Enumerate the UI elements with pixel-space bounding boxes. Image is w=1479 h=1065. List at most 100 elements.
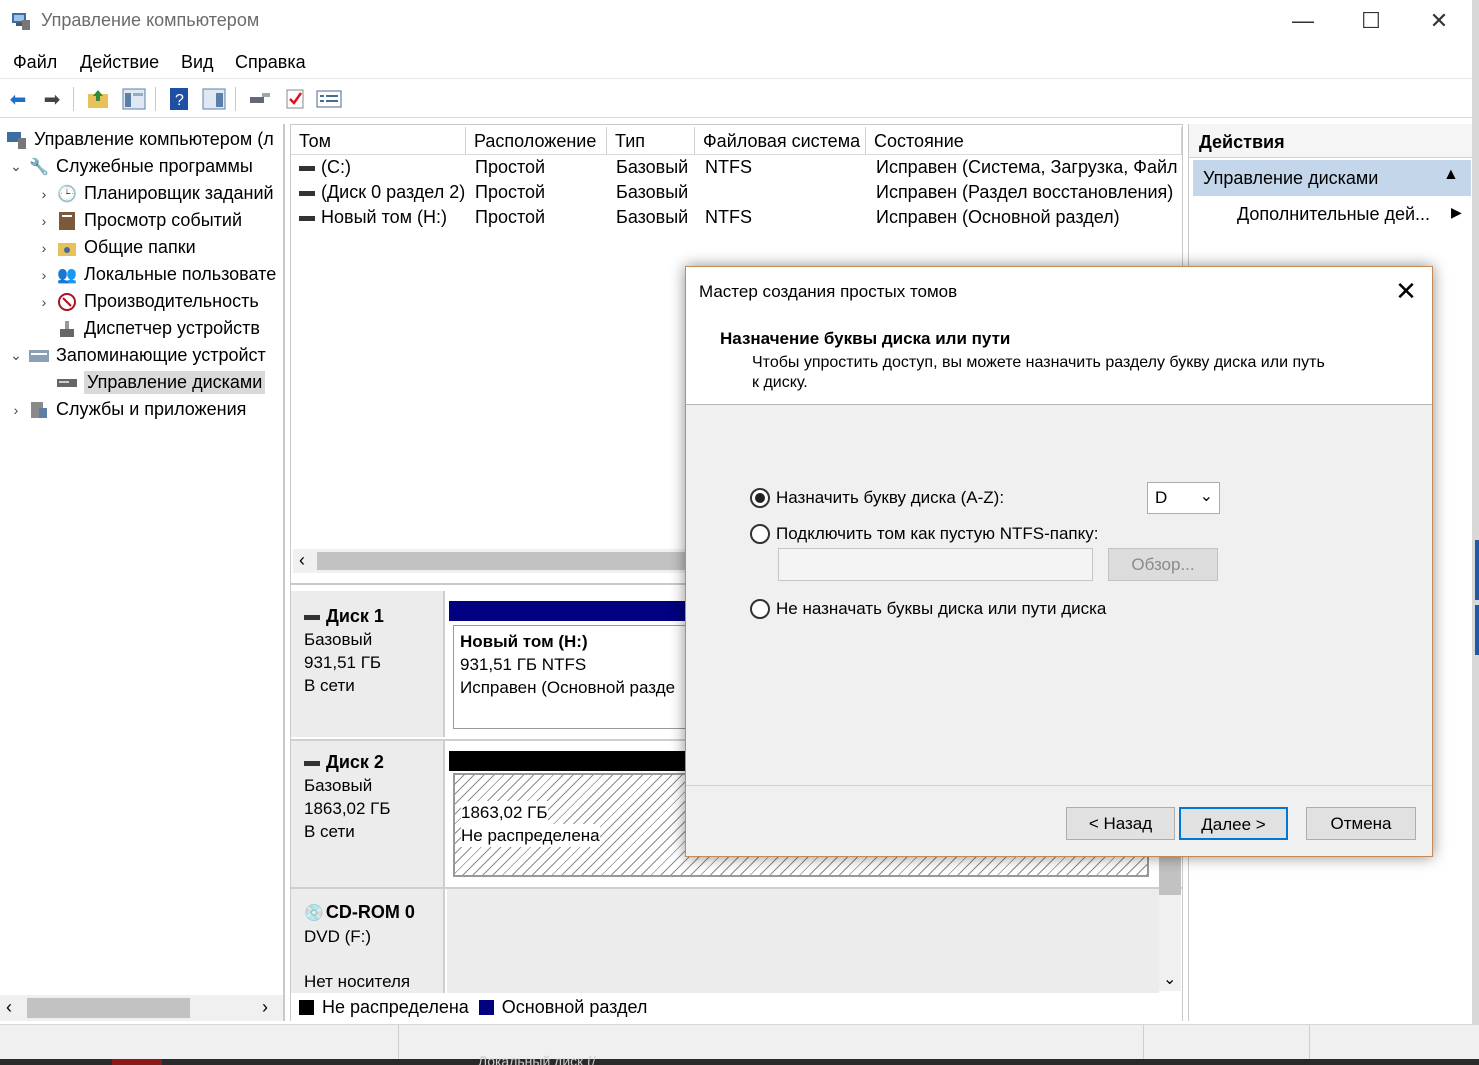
chevron-right-icon[interactable]: › [34, 213, 54, 229]
column-header-status[interactable]: Состояние [866, 127, 1182, 155]
computer-management-icon [12, 13, 30, 30]
disk-icon [304, 614, 320, 620]
taskbar-app[interactable] [112, 1059, 162, 1065]
chevron-down-icon[interactable]: ⌄ [6, 347, 26, 364]
scrollbar-thumb[interactable] [27, 998, 190, 1018]
next-button[interactable]: Далее > [1179, 807, 1288, 840]
new-simple-volume-wizard: Мастер создания простых томов ✕ Назначен… [685, 266, 1433, 857]
column-header-layout[interactable]: Расположение [466, 127, 607, 155]
window-edge [1472, 0, 1479, 1065]
radio-mount-folder[interactable]: Подключить том как пустую NTFS-папку: [750, 524, 1098, 544]
legend-unallocated-label: Не распределена [322, 996, 469, 1017]
volume-icon [299, 190, 315, 196]
chevron-right-icon[interactable]: › [6, 402, 26, 418]
tree-item-disk-management[interactable]: Управление дисками [54, 369, 266, 396]
cdrom-info[interactable]: 💿 CD-ROM 0 DVD (F:) Нет носителя [291, 889, 445, 993]
status-bar [0, 1024, 1479, 1061]
tree-item-event-viewer[interactable]: › Просмотр событий [34, 207, 242, 234]
volume-icon [299, 215, 315, 221]
computer-management-icon [4, 129, 30, 151]
connect-icon[interactable] [246, 85, 274, 113]
tools-icon: 🔧 [29, 158, 49, 176]
menu-bar: Файл Действие Вид Справка [0, 44, 1479, 78]
performance-icon [54, 291, 80, 313]
cancel-button[interactable]: Отмена [1306, 807, 1416, 840]
radio-unselected-icon[interactable] [750, 524, 770, 544]
list-icon[interactable] [315, 85, 343, 113]
forward-arrow-icon[interactable]: ➡ [38, 85, 66, 113]
status-divider [1143, 1025, 1144, 1061]
disk-management-icon [54, 372, 80, 394]
help-icon[interactable]: ? [165, 85, 193, 113]
browse-button[interactable]: Обзор... [1108, 548, 1218, 581]
radio-no-letter[interactable]: Не назначать буквы диска или пути диска [750, 599, 1106, 619]
tree-item-device-manager[interactable]: Диспетчер устройств [54, 315, 260, 342]
more-actions-item[interactable]: Дополнительные дей... ▶ [1237, 204, 1462, 225]
taskbar-text: Локальный диск (/ [478, 1053, 596, 1065]
chevron-right-icon[interactable]: › [34, 240, 54, 256]
tree-item-task-scheduler[interactable]: › 🕒 Планировщик заданий [34, 180, 274, 207]
svg-text:?: ? [175, 92, 184, 109]
tree-item-performance[interactable]: › Производительность [34, 288, 259, 315]
radio-selected-icon[interactable] [750, 488, 770, 508]
maximize-button[interactable]: ☐ [1339, 4, 1403, 38]
tree-item-system-tools[interactable]: ⌄ 🔧 Служебные программы [6, 153, 253, 180]
menu-action[interactable]: Действие [80, 52, 159, 73]
scroll-right-icon[interactable]: › [262, 997, 268, 1018]
toolbar: ⬅ ➡ ? [0, 78, 1479, 118]
actions-section-disk-management[interactable]: Управление дисками ▲ [1193, 160, 1471, 196]
tree-item-storage[interactable]: ⌄ Запоминающие устройст [6, 342, 266, 369]
tree-root[interactable]: Управление компьютером (л [4, 126, 274, 153]
chevron-right-icon[interactable]: › [34, 294, 54, 310]
wizard-header: Мастер создания простых томов ✕ Назначен… [686, 267, 1432, 405]
users-icon: 👥 [57, 266, 77, 284]
scroll-left-icon[interactable]: ‹ [6, 997, 12, 1018]
column-header-filesystem[interactable]: Файловая система [695, 127, 866, 155]
tree-item-shared-folders[interactable]: › Общие папки [34, 234, 196, 261]
actions-header: Действия [1189, 124, 1473, 158]
show-tree-icon[interactable] [120, 85, 148, 113]
legend-primary-swatch [478, 999, 494, 1015]
chevron-right-icon[interactable]: › [34, 186, 54, 202]
status-divider [398, 1025, 399, 1061]
close-button[interactable]: ✕ [1407, 4, 1471, 38]
footer-divider [686, 785, 1432, 786]
collapse-up-icon[interactable]: ▲ [1443, 166, 1459, 184]
submenu-arrow-icon: ▶ [1451, 204, 1462, 220]
scroll-down-icon[interactable]: ⌄ [1163, 969, 1176, 989]
properties-icon[interactable] [200, 85, 228, 113]
background-accent [1475, 605, 1479, 655]
storage-icon [26, 345, 52, 367]
column-header-type[interactable]: Тип [607, 127, 695, 155]
toolbar-separator [73, 87, 74, 111]
radio-unselected-icon[interactable] [750, 599, 770, 619]
taskbar: Локальный диск (/ [0, 1053, 1479, 1065]
disk-1-info[interactable]: Диск 1 Базовый 931,51 ГБ В сети [291, 591, 445, 737]
folder-path-input[interactable] [778, 548, 1093, 581]
chevron-down-icon[interactable]: ⌄ [6, 158, 26, 175]
menu-view[interactable]: Вид [181, 52, 214, 73]
clock-icon: 🕒 [57, 185, 77, 203]
scrollbar-thumb[interactable] [317, 552, 697, 570]
page-heading: Назначение буквы диска или пути [720, 329, 1011, 348]
tree-horizontal-scrollbar[interactable]: ‹ › [0, 995, 283, 1021]
services-icon [26, 399, 52, 421]
dialog-close-icon[interactable]: ✕ [1386, 275, 1426, 307]
disk-2-info[interactable]: Диск 2 Базовый 1863,02 ГБ В сети [291, 741, 445, 887]
column-header-volume[interactable]: Том [291, 127, 466, 155]
menu-file[interactable]: Файл [13, 52, 57, 73]
check-icon[interactable] [281, 85, 309, 113]
menu-help[interactable]: Справка [235, 52, 306, 73]
drive-letter-select[interactable]: D ⌄ [1147, 482, 1220, 514]
tree-item-services[interactable]: › Службы и приложения [6, 396, 247, 423]
chevron-right-icon[interactable]: › [34, 267, 54, 283]
radio-assign-letter[interactable]: Назначить букву диска (A-Z): [750, 488, 1004, 508]
dialog-title: Мастер создания простых томов [699, 282, 958, 301]
scroll-left-icon[interactable]: ‹ [299, 550, 305, 571]
status-divider [1309, 1025, 1310, 1061]
tree-item-local-users[interactable]: › 👥 Локальные пользовате [34, 261, 277, 288]
back-arrow-icon[interactable]: ⬅ [4, 85, 32, 113]
back-button[interactable]: < Назад [1066, 807, 1175, 840]
minimize-button[interactable]: — [1271, 4, 1335, 38]
up-folder-icon[interactable] [84, 85, 112, 113]
